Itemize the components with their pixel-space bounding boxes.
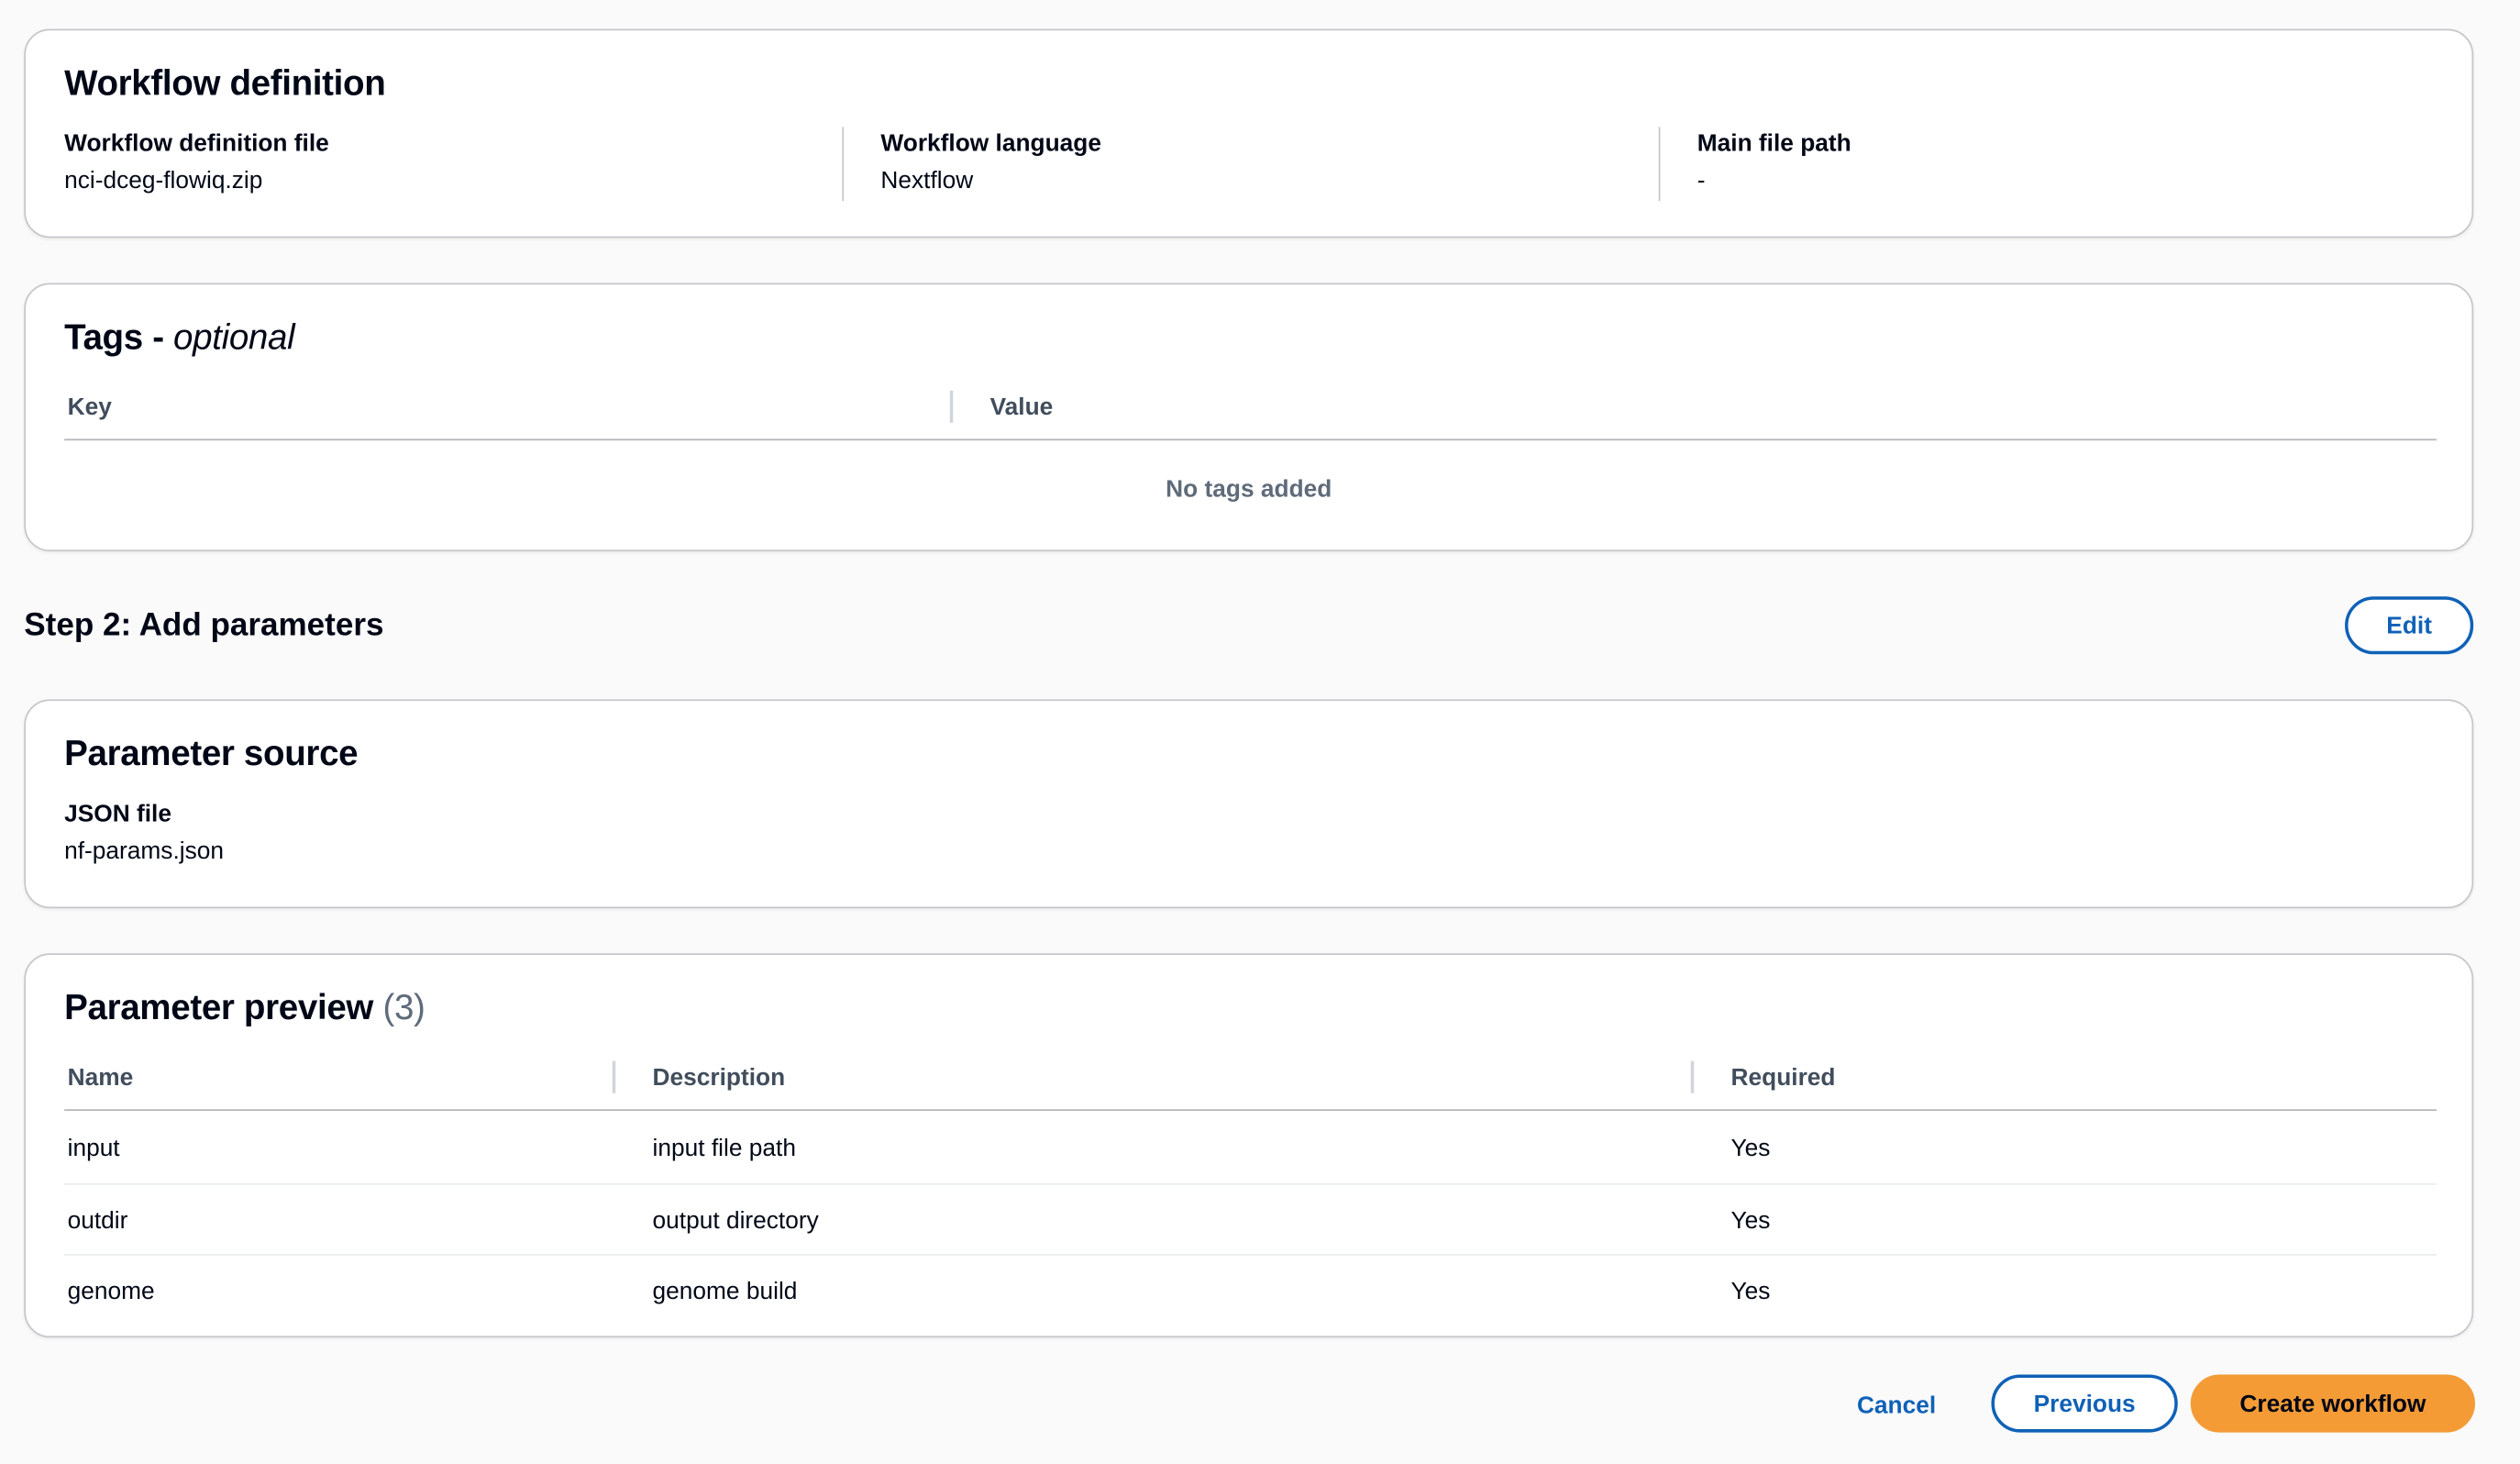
column-resizer[interactable] [612, 1060, 616, 1093]
workflow-definition-file-field: Workflow definition file nci-dceg-flowiq… [64, 130, 835, 205]
param-header-name: Name [67, 1064, 134, 1092]
json-file-field: JSON file nf-params.json [64, 801, 835, 875]
param-row-0-description: input file path [652, 1135, 796, 1163]
table-header-divider [64, 1109, 2437, 1112]
field-value: - [1697, 167, 1706, 195]
tags-title-text: Tags [64, 316, 143, 358]
parameter-count: (3) [382, 987, 426, 1027]
field-label: JSON file [64, 800, 171, 828]
tags-title-separator: - [142, 316, 174, 358]
parameter-preview-card: Parameter preview (3) Name Description R… [24, 953, 2474, 1338]
field-label: Main file path [1697, 129, 1851, 158]
field-label: Workflow definition file [64, 129, 329, 158]
review-page: Workflow definition Workflow definition … [0, 0, 2520, 1463]
tags-card: Tags - optional Key Value No tags added [24, 283, 2474, 552]
param-row-2-description: genome build [652, 1278, 798, 1306]
parameter-preview-title-text: Parameter preview [64, 987, 374, 1027]
previous-button[interactable]: Previous [1991, 1374, 2178, 1433]
param-row-1-required: Yes [1730, 1207, 1771, 1235]
workflow-definition-title: Workflow definition [64, 62, 386, 104]
parameter-source-card: Parameter source JSON file nf-params.jso… [24, 699, 2474, 909]
column-resizer[interactable] [1690, 1060, 1695, 1093]
workflow-definition-card: Workflow definition Workflow definition … [24, 28, 2474, 238]
field-value: nci-dceg-flowiq.zip [64, 167, 263, 195]
field-label: Workflow language [880, 129, 1101, 158]
tags-optional-label: optional [173, 316, 295, 358]
param-row-2-required: Yes [1730, 1278, 1771, 1306]
step2-heading: Step 2: Add parameters [24, 607, 384, 644]
param-header-required: Required [1730, 1064, 1836, 1092]
param-row-0-name: input [67, 1135, 120, 1163]
table-row-divider [64, 1182, 2437, 1185]
param-row-0-required: Yes [1730, 1135, 1771, 1163]
edit-button[interactable]: Edit [2345, 596, 2474, 655]
param-header-description: Description [652, 1064, 786, 1092]
workflow-language-field: Workflow language Nextflow [880, 130, 1652, 205]
column-divider [842, 127, 845, 202]
tags-empty-message: No tags added [1166, 475, 1332, 504]
main-file-path-field: Main file path - [1697, 130, 2437, 205]
parameter-preview-title: Parameter preview (3) [64, 987, 426, 1029]
param-row-1-name: outdir [67, 1207, 128, 1235]
tags-header-value: Value [989, 394, 1054, 422]
parameter-source-title: Parameter source [64, 733, 359, 774]
field-value: Nextflow [880, 167, 974, 195]
field-value: nf-params.json [64, 837, 224, 865]
table-header-divider [64, 438, 2437, 441]
tags-header-key: Key [67, 394, 112, 422]
tags-title: Tags - optional [64, 316, 295, 359]
table-row-divider [64, 1254, 2437, 1256]
column-divider [1658, 127, 1661, 202]
param-row-1-description: output directory [652, 1207, 819, 1235]
cancel-button[interactable]: Cancel [1832, 1376, 1961, 1434]
column-resizer[interactable] [949, 390, 954, 423]
param-row-2-name: genome [67, 1278, 155, 1306]
create-workflow-button[interactable]: Create workflow [2190, 1374, 2476, 1433]
